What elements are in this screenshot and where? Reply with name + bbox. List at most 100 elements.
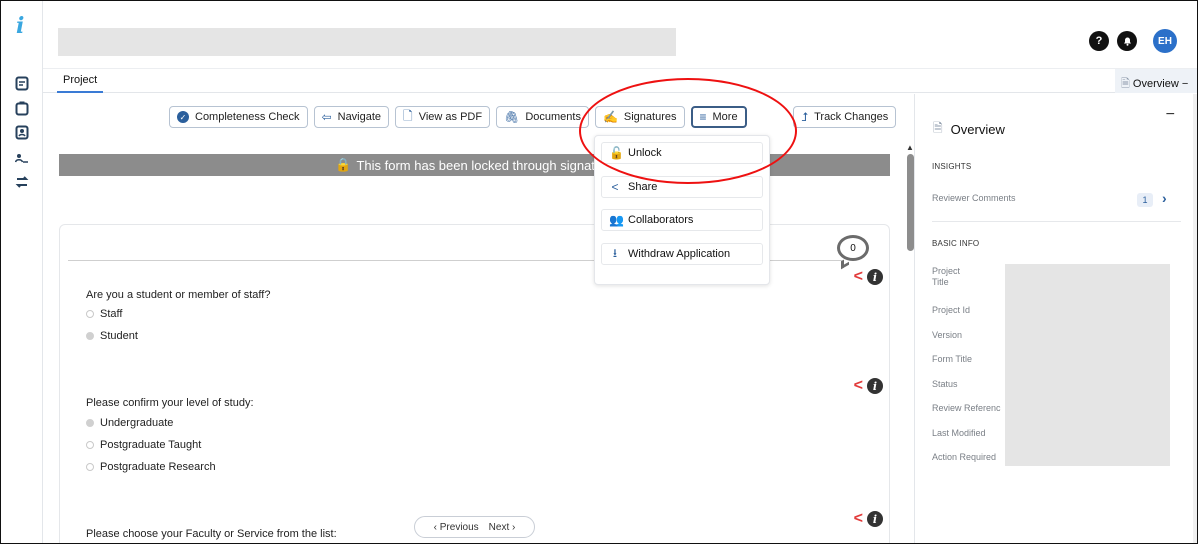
reviewer-comments-count: 1 [1137, 193, 1153, 207]
top-bar: ? EH [43, 1, 1197, 69]
document-icon: 🗎 [1121, 78, 1130, 90]
chevron-right-icon[interactable]: › [1162, 190, 1167, 206]
radio-button[interactable] [86, 419, 94, 427]
basic-info-heading: BASIC INFO [932, 239, 980, 248]
share-icon[interactable]: < [854, 269, 863, 285]
form-title-label: Form Title [932, 354, 973, 364]
form-scrollbar-thumb[interactable] [907, 154, 914, 251]
form-toolbar: ✓ Completeness Check ⇦ Navigate 🗋 View as P… [169, 106, 747, 128]
overview-title-label: Overview [950, 122, 1005, 137]
previous-button[interactable]: ‹ Previous [434, 522, 479, 533]
signatures-label: Signatures [623, 111, 677, 123]
option-label: Postgraduate Research [100, 461, 216, 473]
menu-item-label: Share [628, 181, 658, 193]
clipboard-icon[interactable] [13, 99, 31, 117]
question-tools: < i [854, 511, 883, 527]
help-icon[interactable]: ? [1089, 31, 1109, 51]
option-label: Postgraduate Taught [100, 439, 202, 451]
track-changes-button[interactable]: ⮥ Track Changes [793, 106, 897, 128]
navigate-icon: ⇦ [321, 110, 332, 124]
tab-overview-label: Overview − [1132, 78, 1189, 90]
signature-icon: ✍ [602, 110, 618, 124]
share-icon[interactable]: < [854, 511, 863, 527]
last-modified-label: Last Modified [932, 428, 986, 438]
app-logo: i [16, 13, 25, 39]
documents-label: Documents [525, 111, 581, 123]
unlock-icon: 🔓 [609, 146, 624, 160]
panel-divider [932, 221, 1181, 222]
status-label: Status [932, 379, 958, 389]
menu-item-collaborators[interactable]: 👥 Collaborators [601, 209, 763, 231]
next-button[interactable]: Next › [489, 522, 516, 533]
menu-item-withdraw-application[interactable]: ⭳ Withdraw Application [601, 243, 763, 265]
navigate-label: Navigate [337, 111, 382, 123]
question-label: Please choose your Faculty or Service fr… [86, 528, 337, 540]
signatures-button[interactable]: ✍ Signatures [594, 106, 685, 128]
bell-icon[interactable] [1117, 31, 1137, 51]
tab-overview[interactable]: 🗎 Overview − [1115, 69, 1197, 93]
more-dropdown-menu: 🔓 Unlock < Share 👥 Collaborators ⭳ Withdraw … [594, 135, 770, 285]
app-window: i ? EH Project 🗎 Overview − ✓ Completenes… [0, 0, 1198, 544]
project-id-label: Project Id [932, 305, 971, 315]
check-circle-icon: ✓ [177, 111, 189, 123]
tab-bar: Project 🗎 Overview − [43, 69, 1197, 93]
tab-project[interactable]: Project [57, 69, 104, 93]
menu-item-label: Withdraw Application [628, 248, 731, 260]
completeness-check-label: Completeness Check [195, 111, 300, 123]
radio-option-undergraduate[interactable]: Undergraduate [86, 417, 173, 429]
insights-heading: INSIGHTS [932, 162, 972, 171]
option-label: Staff [100, 308, 123, 320]
version-label: Version [932, 330, 963, 340]
avatar[interactable]: EH [1153, 29, 1177, 53]
overview-title: 🗎 Overview [933, 119, 1005, 140]
panel-scrollbar[interactable] [1193, 94, 1197, 543]
option-label: Undergraduate [100, 417, 174, 429]
question-tools: < i [854, 378, 883, 394]
radio-option-staff[interactable]: Staff [86, 308, 122, 320]
navigate-button[interactable]: ⇦ Navigate [313, 106, 390, 128]
radio-button[interactable] [86, 332, 94, 340]
page-navigation: ‹ Previous Next › [414, 516, 535, 538]
radio-option-student[interactable]: Student [86, 330, 138, 342]
info-icon[interactable]: i [867, 511, 883, 527]
radio-option-postgraduate-research[interactable]: Postgraduate Research [86, 461, 216, 473]
share-icon[interactable]: < [854, 378, 863, 394]
view-as-pdf-label: View as PDF [418, 111, 483, 123]
menu-item-unlock[interactable]: 🔓 Unlock [601, 142, 763, 164]
info-icon[interactable]: i [867, 378, 883, 394]
reviewer-comments-link[interactable]: Reviewer Comments [932, 193, 1016, 203]
document-icon: 🗎 [933, 121, 943, 135]
info-icon[interactable]: i [867, 269, 883, 285]
people-icon[interactable] [13, 149, 31, 167]
radio-button[interactable] [86, 310, 94, 318]
overview-panel: 🗎 Overview − INSIGHTS Reviewer Comments 1… [914, 94, 1197, 543]
documents-button[interactable]: 🖇 Documents [496, 106, 589, 128]
more-label: More [712, 111, 738, 123]
option-label: Student [100, 330, 138, 342]
swap-icon[interactable] [13, 173, 31, 191]
basic-info-values-placeholder [1005, 264, 1170, 466]
person-card-icon[interactable] [13, 123, 31, 141]
scroll-up-arrow-icon[interactable]: ▲ [906, 143, 914, 152]
pdf-icon: 🗋 [403, 108, 413, 123]
radio-button[interactable] [86, 463, 94, 471]
track-toolbar: ⮥ Track Changes [793, 106, 897, 128]
collaborators-icon: 👥 [609, 213, 624, 227]
minimize-icon[interactable]: − [1166, 106, 1175, 124]
menu-item-share[interactable]: < Share [601, 176, 763, 198]
question-tools: < i [854, 269, 883, 285]
withdraw-icon: ⭳ [612, 245, 618, 260]
comment-count: 0 [837, 235, 869, 261]
completeness-check-button[interactable]: ✓ Completeness Check [169, 106, 308, 128]
more-button[interactable]: ≡ More [690, 106, 747, 128]
radio-button[interactable] [86, 441, 94, 449]
question-label: Please confirm your level of study: [86, 397, 254, 409]
project-title-label: Project Title [932, 266, 961, 287]
view-as-pdf-button[interactable]: 🗋 View as PDF [395, 106, 491, 128]
comment-bubble-icon[interactable]: 0 [837, 235, 869, 270]
track-changes-label: Track Changes [814, 111, 889, 123]
share-icon: < [611, 180, 619, 194]
lock-icon: 🔒 [335, 157, 352, 172]
document-icon[interactable] [13, 74, 31, 92]
radio-option-postgraduate-taught[interactable]: Postgraduate Taught [86, 439, 201, 451]
